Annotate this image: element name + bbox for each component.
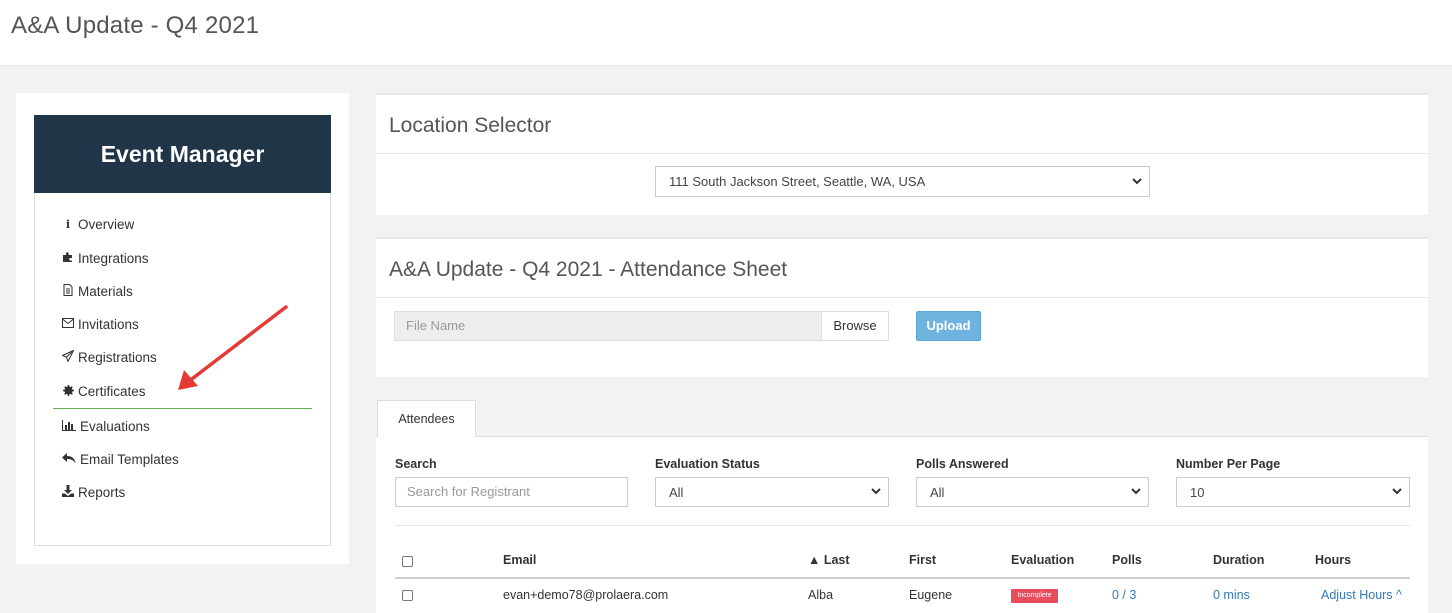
- sidebar-item-overview[interactable]: i Overview: [62, 217, 134, 232]
- sidebar-item-label: Reports: [78, 485, 126, 500]
- panel-divider: [376, 297, 1428, 298]
- sidebar-item-registrations[interactable]: Registrations: [61, 349, 157, 365]
- select-all-checkbox[interactable]: [402, 556, 413, 567]
- location-panel-title: Location Selector: [389, 114, 552, 137]
- number-per-page-value: 10: [1190, 484, 1205, 500]
- paper-plane-icon: [61, 349, 75, 365]
- number-per-page-select[interactable]: 10: [1176, 477, 1410, 507]
- column-first[interactable]: First: [909, 553, 936, 567]
- file-name-input[interactable]: File Name: [394, 311, 822, 341]
- column-email[interactable]: Email: [503, 553, 536, 567]
- evaluation-status-label: Evaluation Status: [655, 457, 760, 471]
- table-header-divider: [395, 577, 1410, 579]
- top-bar: A&A Update - Q4 2021: [0, 0, 1452, 66]
- sidebar-item-label: Registrations: [78, 350, 157, 365]
- filters-divider: [395, 525, 1410, 526]
- sidebar-item-evaluations[interactable]: Evaluations: [62, 419, 150, 434]
- chevron-down-icon: [871, 486, 881, 498]
- sidebar-title: Event Manager: [34, 115, 331, 193]
- column-hours[interactable]: Hours: [1315, 553, 1351, 567]
- upload-button[interactable]: Upload: [916, 311, 981, 341]
- sidebar-item-integrations[interactable]: Integrations: [62, 251, 149, 266]
- sidebar-item-email-templates[interactable]: Email Templates: [62, 452, 179, 467]
- polls-answered-label: Polls Answered: [916, 457, 1009, 471]
- sidebar-item-label: Overview: [78, 217, 135, 232]
- sidebar-item-label: Certificates: [78, 384, 146, 399]
- search-label: Search: [395, 457, 437, 471]
- browse-button[interactable]: Browse: [821, 311, 889, 341]
- reply-icon: [62, 452, 76, 467]
- attendance-panel: A&A Update - Q4 2021 - Attendance Sheet: [376, 237, 1428, 377]
- sidebar-item-label: Email Templates: [80, 452, 179, 467]
- row-polls-link[interactable]: 0 / 3: [1112, 588, 1136, 602]
- sidebar-item-label: Materials: [78, 284, 133, 299]
- row-duration-link[interactable]: 0 mins: [1213, 588, 1250, 602]
- chevron-down-icon: [1392, 486, 1402, 498]
- panel-divider: [376, 153, 1428, 154]
- attendance-panel-title: A&A Update - Q4 2021 - Attendance Sheet: [389, 258, 788, 281]
- puzzle-icon: [62, 251, 74, 266]
- column-duration[interactable]: Duration: [1213, 553, 1264, 567]
- page-title: A&A Update - Q4 2021: [11, 12, 260, 39]
- adjust-hours-link[interactable]: Adjust Hours ^: [1321, 588, 1402, 602]
- row-email: evan+demo78@prolaera.com: [503, 588, 669, 602]
- column-polls[interactable]: Polls: [1112, 553, 1142, 567]
- evaluation-status-badge: Incomplete: [1011, 589, 1058, 603]
- chevron-down-icon: [1131, 486, 1141, 498]
- sidebar-item-invitations[interactable]: Invitations: [62, 317, 139, 332]
- tab-attendees[interactable]: Attendees: [377, 400, 476, 437]
- sidebar-item-label: Integrations: [78, 251, 149, 266]
- sidebar-item-certificates[interactable]: Certificates: [62, 384, 146, 399]
- polls-answered-select[interactable]: All: [916, 477, 1149, 507]
- certificate-icon: [62, 384, 74, 399]
- search-input[interactable]: Search for Registrant: [395, 477, 628, 507]
- polls-answered-value: All: [930, 484, 945, 500]
- row-first-name: Eugene: [909, 588, 953, 602]
- download-icon: [62, 485, 74, 500]
- sidebar-item-reports[interactable]: Reports: [62, 485, 125, 500]
- number-per-page-label: Number Per Page: [1176, 457, 1281, 471]
- location-select-value: 111 South Jackson Street, Seattle, WA, U…: [669, 174, 926, 189]
- row-last-name: Alba: [808, 588, 834, 602]
- column-last[interactable]: ▲ Last: [808, 553, 850, 567]
- file-text-icon: [62, 284, 74, 299]
- evaluation-status-select[interactable]: All: [655, 477, 889, 507]
- info-icon: i: [65, 218, 71, 231]
- active-indicator: [53, 408, 312, 409]
- evaluation-status-value: All: [669, 484, 684, 500]
- column-evaluation[interactable]: Evaluation: [1011, 553, 1074, 567]
- sidebar-item-label: Evaluations: [80, 419, 150, 434]
- bar-chart-icon: [62, 419, 76, 434]
- annotation-arrow: [178, 305, 288, 390]
- chevron-down-icon: [1132, 176, 1142, 188]
- location-select[interactable]: 111 South Jackson Street, Seattle, WA, U…: [655, 166, 1150, 197]
- row-checkbox[interactable]: [402, 590, 413, 601]
- sidebar-item-materials[interactable]: Materials: [62, 284, 133, 299]
- sidebar-item-label: Invitations: [78, 317, 139, 332]
- envelope-icon: [62, 318, 74, 331]
